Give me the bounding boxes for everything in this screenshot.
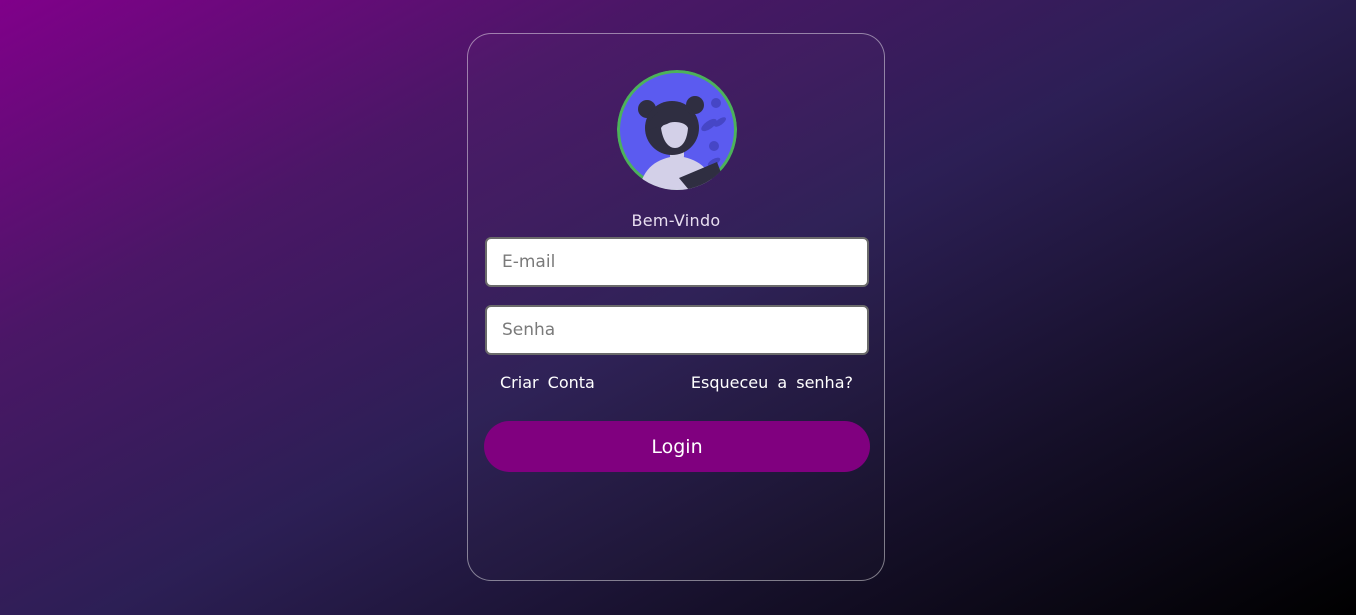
- email-field[interactable]: [485, 237, 869, 287]
- login-button[interactable]: Login: [484, 421, 870, 472]
- avatar-illustration-icon: [617, 70, 737, 190]
- login-card: Bem-Vindo Criar Conta Esqueceu a senha? …: [467, 33, 885, 581]
- create-account-link[interactable]: Criar Conta: [500, 373, 595, 392]
- forgot-password-link[interactable]: Esqueceu a senha?: [691, 373, 853, 392]
- avatar: [617, 70, 737, 190]
- welcome-text: Bem-Vindo: [631, 211, 721, 230]
- password-field[interactable]: [485, 305, 869, 355]
